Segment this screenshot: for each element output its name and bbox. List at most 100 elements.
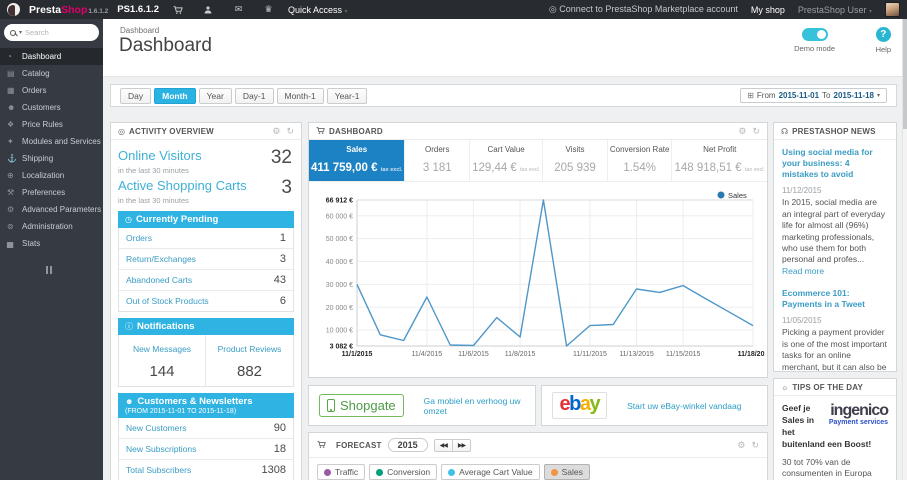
news-article-title[interactable]: Ecommerce 101: Payments in a Tweet [782,288,888,310]
kpi-cart-value[interactable]: Cart Value 129,44 € tax excl. [470,140,544,181]
user-avatar[interactable] [885,2,900,17]
returns-link[interactable]: Return/Exchanges [126,254,196,264]
legend-traffic[interactable]: Traffic [317,464,366,480]
sidebar-item-customers[interactable]: ☻ Customers [0,99,103,116]
new-customers-link[interactable]: New Customers [126,423,186,433]
out-of-stock-count: 6 [279,295,286,307]
sidebar-item-catalog[interactable]: ▤ Catalog [0,65,103,82]
kpi-net-profit[interactable]: Net Profit 148 918,51 € tax excl. [672,140,768,181]
caret-down-icon: ▾ [868,8,872,15]
cart-icon [316,126,325,136]
sidebar-item-localization[interactable]: ⊕ Localization [0,167,103,184]
sidebar-item-administration[interactable]: ⊚ Administration [0,218,103,235]
sidebar-collapse-toggle[interactable] [46,266,52,274]
sidebar-item-orders[interactable]: ▦ Orders [0,82,103,99]
range-year-button[interactable]: Year [198,87,232,104]
gear-icon[interactable]: ⚙ [737,440,745,450]
ebay-link[interactable]: Start uw eBay-winkel vandaag [627,401,741,411]
help-icon[interactable]: ? [875,27,891,42]
gear-icon[interactable]: ⚙ [272,126,280,136]
kpi-sales[interactable]: Sales 411 759,00 € tax excl. [309,140,406,181]
range-month-button[interactable]: Month [154,87,196,104]
forward-icon[interactable]: ▶▶ [451,438,472,452]
sidebar-item-dashboard[interactable]: ◔ Dashboard [0,48,103,65]
cart-icon[interactable] [168,0,189,19]
product-reviews-link[interactable]: Product Reviews [218,344,282,354]
table-row: New Customers 90 [119,418,293,439]
new-messages-cell: New Messages 144 [119,335,206,386]
sidebar-item-price-rules[interactable]: ❖ Price Rules [0,116,103,133]
shop-name[interactable]: PS1.6.1.2 [117,4,159,15]
clock-icon: ◷ [125,215,132,224]
out-of-stock-link[interactable]: Out of Stock Products [126,296,209,306]
breadcrumb[interactable]: Dashboard [120,26,159,35]
legend-conversion[interactable]: Conversion [369,464,438,480]
kpi-conversion-rate[interactable]: Conversion Rate 1.54% [607,140,673,181]
activity-overview-panel: ◎ ACTIVITY OVERVIEW ⚙ ↻ Online Visitors … [110,122,302,480]
kpi-orders[interactable]: Orders 3 181 [405,140,471,181]
online-visitors-link[interactable]: Online Visitors [118,148,202,163]
average-cart-value-dot-icon [448,468,456,476]
sidebar-search: ▾ [4,24,99,41]
shopgate-logo: Shopgate [319,394,404,417]
refresh-icon[interactable]: ↻ [752,126,760,136]
demo-mode-toggle[interactable] [801,28,828,41]
notifications-header: ⓘ Notifications [118,318,294,335]
legend-average-cart-value[interactable]: Average Cart Value [441,464,540,480]
range-day-1-button[interactable]: Day-1 [234,87,274,104]
prestashop-logo[interactable] [7,3,20,16]
vertical-scrollbar[interactable] [902,19,907,480]
product-reviews-cell: Product Reviews 882 [206,335,293,386]
orders-link[interactable]: Orders [126,233,152,243]
new-subscriptions-count: 18 [273,443,286,455]
stats-icon: ▅ [7,239,14,248]
user-menu[interactable]: PrestaShop User ▾ [798,5,872,15]
sales-chart-area: 3 082 € 10 000 € 20 000 € 30 000 € 40 000 € 5… [309,182,769,377]
news-article-title[interactable]: Using social media for your business: 4 … [782,147,888,180]
legend-sales[interactable]: Sales [543,464,590,480]
shopgate-link[interactable]: Ga mobiel en verhoog uw omzet [424,396,525,416]
phone-icon [327,399,335,412]
refresh-icon[interactable]: ↻ [286,126,294,136]
active-carts-metric: Active Shopping Carts in the last 30 min… [118,177,294,205]
table-row: Orders 1 [119,228,293,249]
localization-icon: ⊕ [7,171,14,180]
quick-access-menu[interactable]: Quick Access ▾ [288,5,348,15]
gear-icon[interactable]: ⚙ [738,126,746,136]
employees-icon[interactable] [198,0,219,19]
search-scope-caret-icon[interactable]: ▾ [19,29,22,36]
kpi-visits[interactable]: Visits 205 939 [543,140,608,181]
orders-icon: ▦ [7,86,15,95]
sidebar-item-modules[interactable]: ✦ Modules and Services [0,133,103,150]
mail-icon[interactable]: ✉ [228,0,249,19]
active-carts-link[interactable]: Active Shopping Carts [118,178,247,193]
read-more-link[interactable]: Read more [782,266,824,276]
my-shop-link[interactable]: My shop [751,5,785,15]
sidebar-item-preferences[interactable]: ⚒ Preferences [0,184,103,201]
scrollbar-thumb[interactable] [903,19,907,129]
new-messages-link[interactable]: New Messages [133,344,191,354]
sidebar-item-shipping[interactable]: ⚓ Shipping [0,150,103,167]
abandoned-carts-link[interactable]: Abandoned Carts [126,275,192,285]
trophy-icon[interactable]: ♛ [258,0,279,19]
demo-mode-label: Demo mode [794,44,835,53]
currently-pending-header: ◷ Currently Pending [118,211,294,228]
brand-version: 1.6.1.2 [88,7,109,15]
range-day-button[interactable]: Day [120,87,152,104]
sidebar-item-advanced-parameters[interactable]: ⚙ Advanced Parameters [0,201,103,218]
date-range-button[interactable]: ⊞ From 2015-11-01 To 2015-11-18 ▾ [740,88,887,103]
online-visitors-value: 32 [270,147,292,168]
table-row: Out of Stock Products 6 [119,291,293,311]
total-subscribers-link[interactable]: Total Subscribers [126,465,191,475]
sidebar-item-stats[interactable]: ▅ Stats [0,235,103,252]
new-subscriptions-link[interactable]: New Subscriptions [126,444,196,454]
rewind-icon[interactable]: ◀◀ [433,438,453,452]
refresh-icon[interactable]: ↻ [751,440,759,450]
svg-text:11/8/2015: 11/8/2015 [505,351,536,358]
range-month-1-button[interactable]: Month-1 [276,87,324,104]
advanced-parameters-icon: ⚙ [7,205,15,214]
search-input[interactable] [25,28,84,37]
marketplace-link[interactable]: ◎ Connect to PrestaShop Marketplace acco… [549,4,738,15]
svg-text:66 912 €: 66 912 € [326,198,353,205]
range-year-1-button[interactable]: Year-1 [326,87,368,104]
